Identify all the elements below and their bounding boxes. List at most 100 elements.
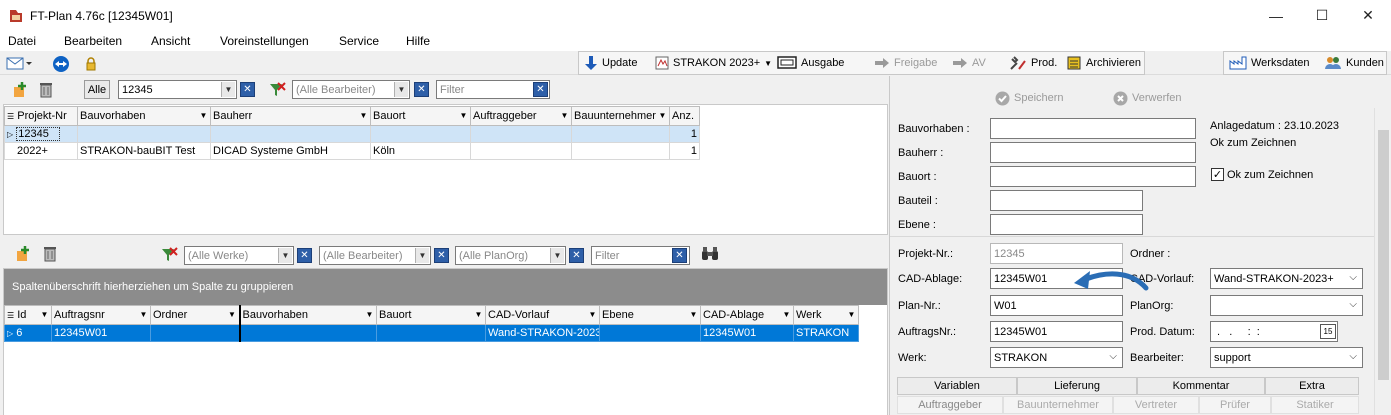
menu-bearbeiten[interactable]: Bearbeiten (64, 34, 122, 48)
strakon-button[interactable]: STRAKON 2023+ ▼ (655, 52, 772, 74)
table-cell[interactable] (210, 125, 371, 143)
column-filter-icon[interactable]: ▼ (39, 309, 50, 320)
werksdaten-button[interactable]: Werksdaten (1229, 52, 1310, 74)
column-filter-icon[interactable]: ▼ (458, 110, 469, 121)
tab-kommentar[interactable]: Kommentar (1137, 377, 1265, 395)
col-bauvorhaben[interactable]: Bauvorhaben ▼ (239, 305, 377, 325)
part-bearbeiter-combo[interactable]: (Alle Bearbeiter) ▼ (319, 246, 431, 265)
table-cell[interactable] (77, 125, 211, 143)
col-auftragsnr[interactable]: Auftragsnr ▼ (51, 305, 151, 325)
menu-ansicht[interactable]: Ansicht (151, 34, 190, 48)
filter-clear-icon[interactable] (160, 246, 178, 264)
chevron-down-icon[interactable]: ▼ (278, 248, 292, 263)
col-auftraggeber[interactable]: Auftraggeber ▼ (470, 106, 572, 126)
tab-statiker[interactable]: Statiker (1271, 396, 1359, 414)
chevron-down-icon[interactable]: ⌵ (1349, 299, 1357, 310)
col-bauort[interactable]: Bauort ▼ (370, 106, 471, 126)
column-filter-icon[interactable]: ▼ (473, 309, 484, 320)
delete-part-icon[interactable] (43, 245, 57, 262)
clear-part-bearbeiter-icon[interactable]: ✕ (434, 248, 449, 263)
bearbeiter-select[interactable]: support ⌵ (1210, 347, 1363, 368)
menu-voreinstellungen[interactable]: Voreinstellungen (220, 34, 309, 48)
calendar-icon[interactable]: 15 (1320, 324, 1336, 339)
delete-project-icon[interactable] (39, 81, 53, 98)
col-werk[interactable]: Werk ▼ (793, 305, 859, 325)
column-filter-icon[interactable]: ▼ (358, 110, 369, 121)
col-bauvorhaben[interactable]: Bauvorhaben ▼ (77, 106, 211, 126)
planorg-select[interactable]: ⌵ (1210, 295, 1363, 316)
chevron-down-icon[interactable]: ⌵ (1349, 351, 1357, 362)
ausgabe-button[interactable]: Ausgabe (777, 52, 844, 74)
plan-nr-input[interactable]: W01 (990, 295, 1123, 316)
table-cell[interactable]: 12345W01 (51, 324, 151, 342)
column-filter-icon[interactable]: ▼ (559, 110, 570, 121)
table-cell[interactable]: 1 (669, 125, 700, 143)
tab-variablen[interactable]: Variablen (897, 377, 1017, 395)
ok-zeichnen-checkbox[interactable]: ✓ Ok zum Zeichnen (1211, 168, 1313, 181)
planorg-combo[interactable]: (Alle PlanOrg) ▼ (455, 246, 566, 265)
col-ordner[interactable]: Ordner ▼ (150, 305, 241, 325)
table-cell[interactable]: ▷ 6 (4, 324, 52, 342)
table-cell[interactable]: ▷ 12345 (4, 125, 78, 143)
verwerfen-button[interactable]: Verwerfen (1113, 87, 1182, 109)
tab-extra[interactable]: Extra (1265, 377, 1359, 395)
prod-button[interactable]: Prod. (1009, 52, 1057, 74)
binoculars-icon[interactable] (701, 246, 719, 262)
col-cad-vorlauf[interactable]: CAD-Vorlauf ▼ (485, 305, 600, 325)
table-row[interactable]: ▷ 12345 1 (4, 125, 700, 143)
table-cell[interactable] (470, 142, 572, 160)
table-cell[interactable]: 12345W01 (700, 324, 794, 342)
add-part-icon[interactable] (14, 245, 32, 263)
av-button[interactable]: AV (952, 52, 986, 74)
menu-datei[interactable]: Datei (8, 34, 36, 48)
table-cell[interactable]: DICAD Systeme GmbH (210, 142, 371, 160)
auftrags-nr-input[interactable]: 12345W01 (990, 321, 1123, 342)
mail-button[interactable] (6, 52, 32, 74)
table-cell[interactable] (599, 324, 701, 342)
add-project-icon[interactable] (11, 81, 29, 99)
tab-vertreter[interactable]: Vertreter (1113, 396, 1199, 414)
col-projekt-nr[interactable]: ☰ Projekt-Nr (4, 106, 78, 126)
teamviewer-button[interactable] (52, 53, 70, 75)
clear-part-filter-icon[interactable]: ✕ (672, 248, 687, 263)
column-filter-icon[interactable]: ▼ (846, 309, 857, 320)
bauvorhaben-input[interactable] (990, 118, 1196, 139)
menu-hilfe[interactable]: Hilfe (406, 34, 430, 48)
table-cell[interactable]: Köln (370, 142, 471, 160)
chevron-down-icon[interactable]: ▼ (221, 82, 235, 97)
lock-button[interactable] (84, 53, 98, 75)
archivieren-button[interactable]: Archivieren (1066, 52, 1141, 74)
table-cell[interactable]: 2022+ (4, 142, 78, 160)
filter-clear-icon[interactable] (268, 81, 286, 99)
table-row[interactable]: 2022+ STRAKON-bauBIT Test DICAD Systeme … (4, 142, 700, 160)
column-filter-icon[interactable]: ▼ (138, 309, 149, 320)
chevron-down-icon[interactable]: ▼ (394, 82, 408, 97)
clear-project-icon[interactable]: ✕ (240, 82, 255, 97)
column-filter-icon[interactable]: ▼ (781, 309, 792, 320)
table-cell[interactable]: STRAKON-bauBIT Test (77, 142, 211, 160)
col-bauunternehmer[interactable]: Bauunternehmer ▼ (571, 106, 670, 126)
column-filter-icon[interactable]: ▼ (587, 309, 598, 320)
column-filter-icon[interactable]: ▼ (198, 110, 209, 121)
prod-datum-input[interactable]: . . : : (1210, 321, 1338, 342)
clear-filter-icon[interactable]: ✕ (533, 82, 548, 97)
clear-werke-icon[interactable]: ✕ (297, 248, 312, 263)
chevron-down-icon[interactable]: ▼ (550, 248, 564, 263)
table-cell[interactable] (239, 324, 377, 342)
tab-auftraggeber[interactable]: Auftraggeber (897, 396, 1003, 414)
close-button[interactable]: ✕ (1345, 0, 1391, 31)
table-cell[interactable]: STRAKON (793, 324, 859, 342)
col-bauherr[interactable]: Bauherr ▼ (210, 106, 371, 126)
chevron-down-icon[interactable]: ⌵ (1349, 272, 1357, 283)
tab-lieferung[interactable]: Lieferung (1017, 377, 1137, 395)
chevron-down-icon[interactable]: ⌵ (1109, 351, 1117, 362)
chevron-down-icon[interactable]: ▼ (415, 248, 429, 263)
kunden-button[interactable]: Kunden (1324, 52, 1384, 74)
table-cell[interactable] (150, 324, 241, 342)
werk-select[interactable]: STRAKON ⌵ (990, 347, 1123, 368)
speichern-button[interactable]: Speichern (995, 87, 1064, 109)
project-number-combo[interactable]: 12345 ▼ (118, 80, 237, 99)
col-id[interactable]: ☰ Id ▼ (4, 305, 52, 325)
table-cell[interactable] (370, 125, 471, 143)
detail-scrollbar[interactable] (1374, 108, 1391, 415)
